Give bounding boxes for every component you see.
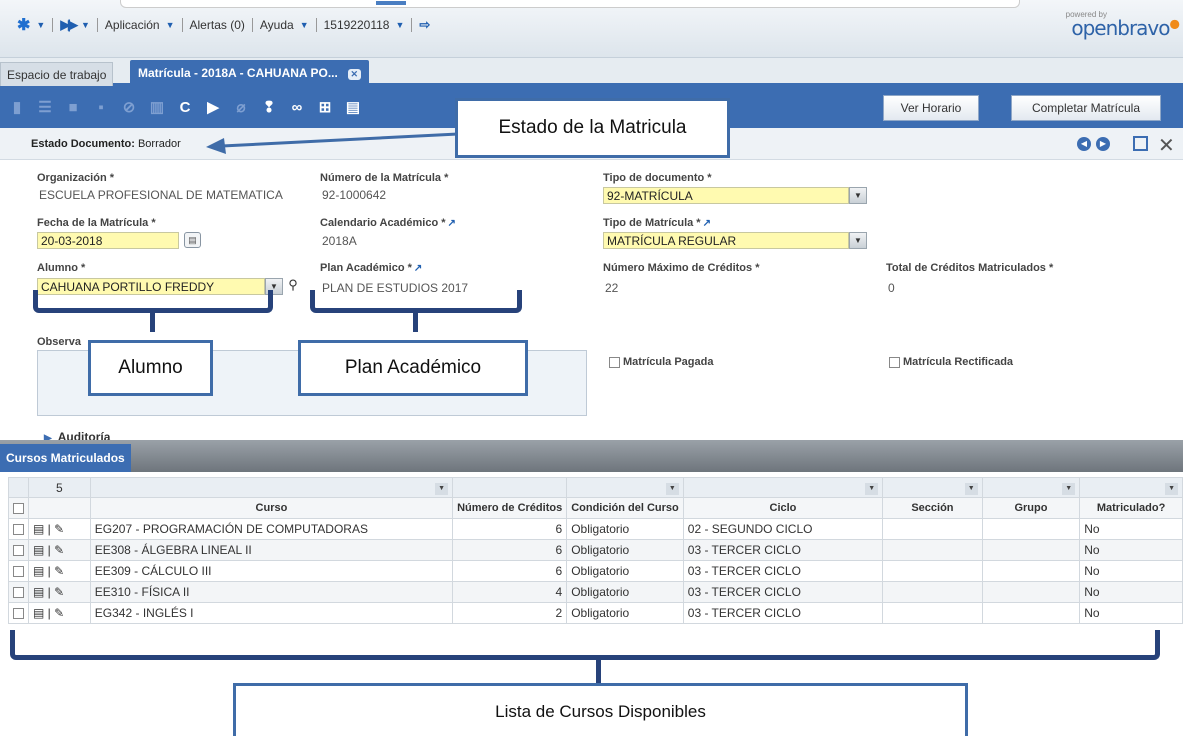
estado-arrow-head: [206, 138, 226, 154]
annotation-lista-cursos: Lista de Cursos Disponibles: [233, 683, 968, 736]
annotation-plan-academico: Plan Académico: [298, 340, 528, 396]
annotation-alumno: Alumno: [88, 340, 213, 396]
bracket-alumno: [33, 290, 273, 313]
bracket-lista-stem: [596, 659, 601, 683]
estado-arrow-line: [221, 132, 459, 148]
bracket-plan-stem: [413, 312, 418, 332]
annotation-estado-matricula: Estado de la Matricula: [455, 98, 730, 158]
bracket-plan: [310, 290, 522, 313]
app-window: ✱ ▼ ▶|▶ ▼ Aplicación ▼ Alertas (0) Ayuda ▼ 1…: [0, 0, 1183, 736]
bracket-alumno-stem: [150, 312, 155, 332]
bracket-lista-cursos: [10, 630, 1160, 660]
